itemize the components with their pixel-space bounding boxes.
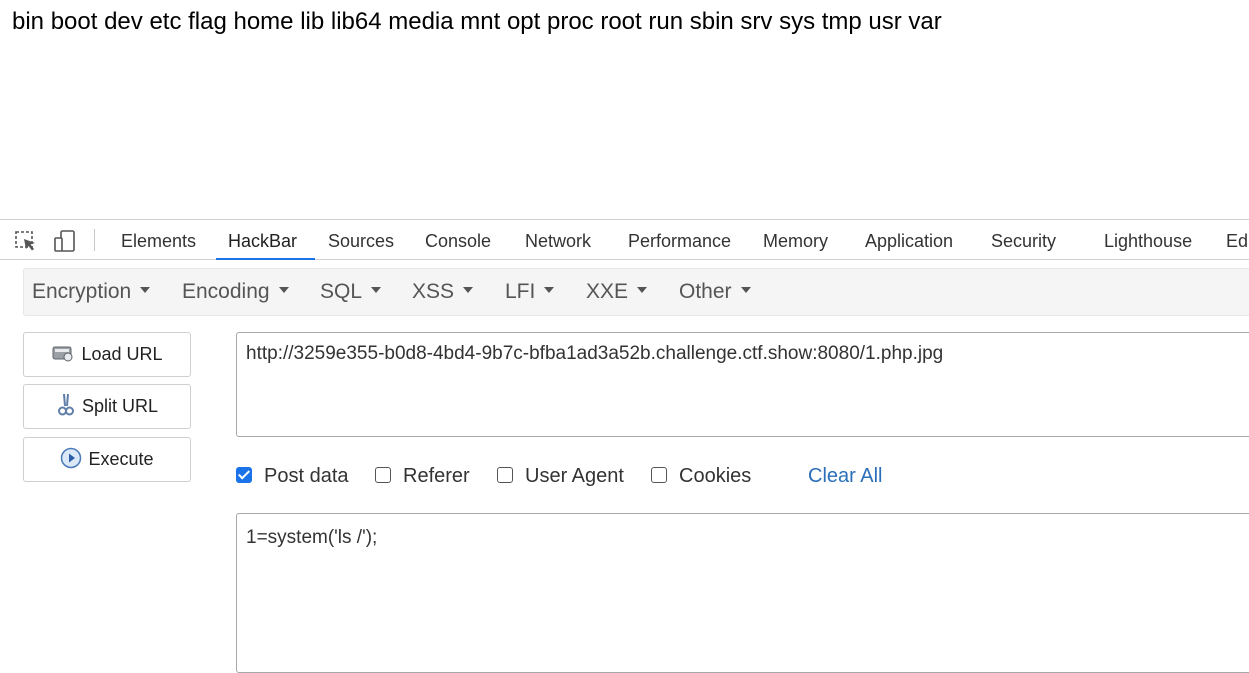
menu-xxe[interactable]: XXE bbox=[586, 269, 648, 315]
scissors-icon bbox=[57, 394, 74, 416]
tab-lighthouse[interactable]: Lighthouse bbox=[1104, 220, 1192, 260]
user-agent-label: User Agent bbox=[525, 465, 624, 487]
user-agent-checkbox[interactable]: User Agent bbox=[497, 464, 624, 488]
load-url-icon bbox=[52, 346, 73, 362]
checkbox-empty-icon bbox=[375, 466, 391, 483]
checkbox-checked-icon bbox=[236, 466, 252, 483]
url-input[interactable]: http://3259e355-b0d8-4bd4-9b7c-bfba1ad3a… bbox=[236, 332, 1249, 437]
execute-label: Execute bbox=[88, 449, 154, 469]
menu-other[interactable]: Other bbox=[679, 269, 751, 315]
referer-label: Referer bbox=[403, 465, 470, 487]
menu-lfi[interactable]: LFI bbox=[505, 269, 555, 315]
caret-down-icon bbox=[463, 287, 474, 294]
tab-application[interactable]: Application bbox=[865, 220, 953, 260]
menu-lfi-label: LFI bbox=[505, 280, 536, 303]
menu-xss[interactable]: XSS bbox=[412, 269, 474, 315]
tab-console[interactable]: Console bbox=[425, 220, 491, 260]
load-url-label: Load URL bbox=[81, 344, 163, 364]
caret-down-icon bbox=[371, 287, 382, 294]
tab-elements[interactable]: Elements bbox=[121, 220, 196, 260]
menu-encoding-label: Encoding bbox=[182, 280, 270, 303]
caret-down-icon bbox=[278, 287, 289, 294]
caret-down-icon bbox=[140, 287, 151, 294]
menu-encryption-label: Encryption bbox=[32, 280, 132, 303]
play-icon bbox=[61, 448, 82, 469]
tab-memory[interactable]: Memory bbox=[763, 220, 828, 260]
referer-checkbox[interactable]: Referer bbox=[375, 464, 470, 488]
menu-sql-label: SQL bbox=[320, 280, 363, 303]
menu-xss-label: XSS bbox=[412, 280, 455, 303]
tab-security[interactable]: Security bbox=[991, 220, 1056, 260]
toolbar-divider bbox=[94, 229, 95, 251]
split-url-button[interactable]: Split URL bbox=[23, 384, 191, 429]
menu-other-label: Other bbox=[679, 280, 732, 303]
menu-sql[interactable]: SQL bbox=[320, 269, 382, 315]
split-url-label: Split URL bbox=[81, 396, 159, 416]
cookies-label: Cookies bbox=[679, 465, 752, 487]
caret-down-icon bbox=[544, 287, 555, 294]
post-data-input[interactable]: 1=system('ls /'); bbox=[236, 513, 1249, 673]
page-output: bin boot dev etc flag home lib lib64 med… bbox=[12, 8, 942, 35]
inspect-element-icon[interactable] bbox=[13, 228, 39, 254]
menu-xxe-label: XXE bbox=[586, 280, 629, 303]
tab-hackbar[interactable]: HackBar bbox=[215, 220, 316, 260]
checkbox-empty-icon bbox=[497, 466, 513, 483]
devtools-tab-bar: Elements HackBar Sources Console Network… bbox=[0, 219, 1249, 260]
post-data-label: Post data bbox=[264, 465, 349, 487]
execute-button[interactable]: Execute bbox=[23, 437, 191, 482]
caret-down-icon bbox=[637, 287, 648, 294]
clear-all-link[interactable]: Clear All bbox=[808, 464, 882, 488]
checkbox-empty-icon bbox=[651, 466, 667, 483]
tab-performance[interactable]: Performance bbox=[628, 220, 731, 260]
hackbar-menu-bar: Encryption Encoding SQL XSS LFI XXE Othe… bbox=[23, 268, 1249, 316]
tab-editor[interactable]: Edi bbox=[1226, 220, 1249, 260]
menu-encryption[interactable]: Encryption bbox=[32, 269, 151, 315]
caret-down-icon bbox=[740, 287, 751, 294]
tab-sources[interactable]: Sources bbox=[328, 220, 394, 260]
menu-encoding[interactable]: Encoding bbox=[182, 269, 289, 315]
load-url-button[interactable]: Load URL bbox=[23, 332, 191, 377]
cookies-checkbox[interactable]: Cookies bbox=[651, 464, 751, 488]
tab-network[interactable]: Network bbox=[525, 220, 591, 260]
post-data-checkbox[interactable]: Post data bbox=[236, 464, 349, 488]
device-toggle-icon[interactable] bbox=[52, 228, 78, 254]
